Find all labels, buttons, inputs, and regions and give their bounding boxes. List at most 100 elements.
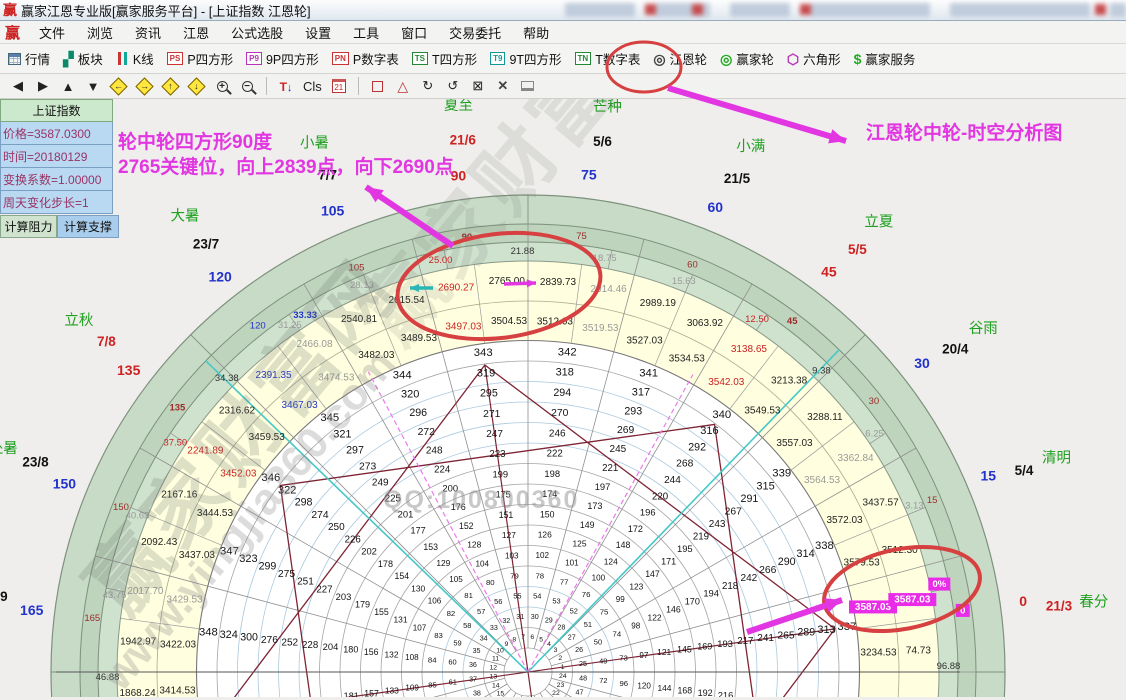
svg-text:176: 176 — [451, 502, 466, 512]
menu-item-6[interactable]: 工具 — [342, 21, 390, 44]
calc-support-button[interactable]: 计算支撑 — [57, 215, 119, 238]
svg-text:51: 51 — [584, 620, 592, 629]
tn-badge-icon: TN — [575, 52, 592, 65]
svg-text:7/8: 7/8 — [97, 334, 116, 349]
svg-text:35: 35 — [473, 647, 481, 655]
svg-text:78: 78 — [535, 571, 544, 580]
svg-text:36: 36 — [469, 661, 477, 669]
toolbar-button-9[interactable]: ◎江恩轮 — [653, 49, 707, 68]
winner-wheel-icon: ◎ — [720, 52, 732, 66]
menu-item-4[interactable]: 公式选股 — [220, 21, 294, 44]
svg-text:2316.62: 2316.62 — [219, 406, 256, 417]
svg-text:84: 84 — [428, 655, 437, 664]
svg-text:249: 249 — [372, 478, 389, 489]
rotate-cw-icon[interactable]: ↻ — [420, 78, 436, 94]
zoom-out-icon[interactable]: − — [239, 81, 255, 92]
menu-item-0[interactable]: 文件 — [28, 21, 76, 44]
toolbar-button-3[interactable]: PSP四方形 — [167, 49, 234, 68]
svg-text:348: 348 — [199, 627, 218, 639]
menu-item-8[interactable]: 交易委托 — [438, 21, 512, 44]
svg-text:7: 7 — [521, 634, 525, 641]
toolbar-button-4[interactable]: P99P四方形 — [246, 49, 319, 68]
svg-text:6.25: 6.25 — [865, 428, 884, 439]
menu-item-3[interactable]: 江恩 — [172, 21, 220, 44]
diamond-right-icon[interactable]: → — [136, 80, 153, 93]
kline-icon — [116, 52, 129, 65]
svg-text:58: 58 — [463, 621, 471, 630]
toolbar-button-10[interactable]: ◎赢家轮 — [720, 49, 774, 68]
next-arrow-icon[interactable]: ▶ — [35, 78, 51, 94]
svg-text:2092.43: 2092.43 — [141, 537, 178, 548]
toolbar-button-11[interactable]: ⬡六角形 — [787, 49, 841, 68]
panel-row-0[interactable]: 价格=3587.0300 — [0, 122, 113, 145]
svg-text:169: 169 — [697, 642, 712, 652]
svg-text:318: 318 — [556, 367, 574, 379]
toolbar-button-12[interactable]: $赢家服务 — [854, 49, 916, 68]
svg-text:147: 147 — [645, 569, 660, 579]
svg-text:103: 103 — [505, 551, 519, 560]
panel-row-1[interactable]: 时间=20180129 — [0, 145, 113, 168]
expand-icon[interactable]: ✕ — [495, 78, 511, 94]
toolbar-button-label: 9T四方形 — [509, 49, 561, 68]
menu-item-7[interactable]: 窗口 — [390, 21, 438, 44]
svg-text:3444.53: 3444.53 — [197, 508, 234, 519]
triangle-tool-icon[interactable]: △ — [395, 78, 411, 95]
t9-badge-icon: T9 — [490, 52, 505, 65]
svg-text:246: 246 — [549, 428, 566, 439]
toolbar-button-5[interactable]: PNP数字表 — [332, 49, 399, 68]
svg-text:23/8: 23/8 — [22, 455, 49, 470]
svg-text:3: 3 — [554, 647, 558, 654]
toolbar-button-label: 行情 — [25, 49, 50, 68]
menu-item-5[interactable]: 设置 — [294, 21, 342, 44]
square-tool-icon[interactable] — [370, 81, 386, 92]
svg-text:265: 265 — [777, 630, 794, 641]
diamond-left-icon[interactable]: ← — [110, 80, 127, 93]
svg-text:120: 120 — [637, 681, 651, 690]
window-titlebar[interactable]: 赢 赢家江恩专业版[赢家服务平台] - [上证指数 江恩轮] — [0, 0, 1126, 21]
svg-text:221: 221 — [602, 463, 618, 474]
svg-text:271: 271 — [483, 409, 500, 420]
svg-text:199: 199 — [492, 469, 508, 479]
menu-item-9[interactable]: 帮助 — [512, 21, 560, 44]
svg-text:夏至: 夏至 — [444, 98, 473, 114]
up-arrow-icon[interactable]: ▲ — [60, 79, 76, 94]
down-arrow-icon[interactable]: ▼ — [85, 79, 101, 94]
toolbar-button-6[interactable]: TST四方形 — [412, 49, 477, 68]
calendar-icon[interactable]: 21 — [331, 79, 347, 93]
toolbar-button-2[interactable]: K线 — [116, 49, 154, 68]
svg-text:3459.53: 3459.53 — [249, 432, 286, 443]
dollar-icon: $ — [854, 52, 862, 66]
svg-text:222: 222 — [547, 449, 563, 460]
svg-text:0%: 0% — [932, 579, 946, 590]
svg-text:22: 22 — [552, 690, 560, 697]
svg-text:178: 178 — [378, 559, 393, 569]
panel-row-3[interactable]: 周天变化步长=1 — [0, 191, 113, 214]
prev-arrow-icon[interactable]: ◀ — [10, 78, 26, 94]
svg-text:106: 106 — [428, 597, 442, 606]
menu-item-1[interactable]: 浏览 — [76, 21, 124, 44]
svg-text:3587.03: 3587.03 — [894, 595, 931, 606]
rotate-ccw-icon[interactable]: ↺ — [445, 78, 461, 94]
svg-text:3587.03: 3587.03 — [855, 602, 892, 613]
svg-text:59: 59 — [453, 638, 461, 647]
toolbar-button-7[interactable]: T9 9T四方形 — [490, 49, 561, 68]
svg-text:40.63: 40.63 — [126, 511, 150, 522]
svg-text:3527.03: 3527.03 — [627, 336, 664, 347]
toolbar-button-1[interactable]: ▞板块 — [63, 49, 103, 68]
screen-icon[interactable] — [520, 81, 536, 91]
t-down-icon[interactable]: T↓ — [278, 79, 294, 94]
svg-text:3452.03: 3452.03 — [220, 468, 257, 479]
svg-text:芒种: 芒种 — [593, 98, 622, 115]
svg-text:223: 223 — [489, 449, 505, 460]
boxed-x-icon[interactable]: ⊠ — [470, 78, 486, 94]
menu-item-2[interactable]: 资讯 — [124, 21, 172, 44]
zoom-in-icon[interactable]: + — [214, 81, 230, 92]
calc-resistance-button[interactable]: 计算阻力 — [0, 215, 57, 238]
diamond-up-icon[interactable]: ↑ — [162, 80, 179, 93]
toolbar-button-8[interactable]: TNT数字表 — [575, 49, 641, 68]
panel-row-2[interactable]: 变换系数=1.00000 — [0, 168, 113, 191]
diamond-down-icon[interactable]: ↓ — [188, 80, 205, 93]
toolbar-button-0[interactable]: 行情 — [8, 49, 50, 68]
svg-text:321: 321 — [333, 428, 351, 440]
cls-button[interactable]: Cls — [303, 79, 322, 94]
